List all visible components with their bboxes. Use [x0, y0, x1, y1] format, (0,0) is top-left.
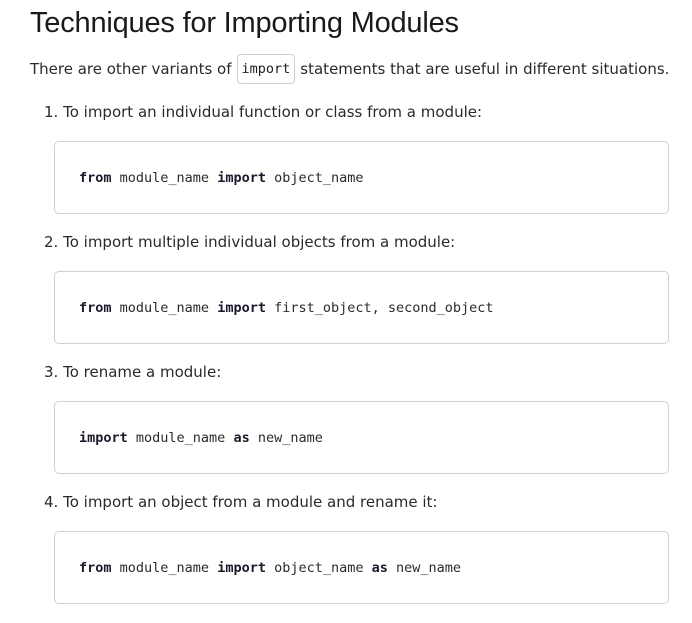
code-token: new_name [249, 429, 323, 446]
step-4-text: To import an object from a module and re… [63, 493, 438, 511]
code-token: new_name [387, 559, 462, 576]
step-2-text: To import multiple individual objects fr… [63, 233, 456, 251]
code-block-4: from module_name import object_name as n… [54, 531, 669, 604]
step-3-text: To rename a module: [63, 363, 222, 381]
step-1-number: 1. [44, 103, 59, 121]
document-page: Techniques for Importing Modules There a… [0, 0, 692, 623]
step-3-label: 3. To rename a module: [44, 363, 221, 381]
step-2-label: 2. To import multiple individual objects… [44, 233, 455, 251]
code-keyword: import [79, 429, 128, 446]
step-1-text: To import an individual function or clas… [63, 103, 483, 121]
code-token: first_object, second_object [265, 299, 494, 316]
code-token: module_name [111, 299, 218, 316]
intro-text-before: There are other variants of [30, 60, 232, 78]
code-keyword: from [79, 299, 112, 316]
code-keyword: import [217, 299, 266, 316]
code-keyword: import [217, 169, 266, 186]
step-1-label: 1. To import an individual function or c… [44, 103, 482, 121]
step-2-number: 2. [44, 233, 59, 251]
code-block-2: from module_name import first_object, se… [54, 271, 669, 344]
code-block-3: import module_name as new_name [54, 401, 669, 474]
code-token: module_name [127, 429, 234, 446]
page-title: Techniques for Importing Modules [30, 7, 459, 39]
code-token: object_name [265, 169, 364, 186]
step-4-number: 4. [44, 493, 59, 511]
intro-text-after: statements that are useful in different … [300, 60, 670, 78]
code-token: module_name [111, 559, 218, 576]
code-keyword: from [79, 169, 112, 186]
code-token: object_name [265, 559, 372, 576]
code-keyword: as [233, 429, 250, 446]
code-keyword: as [371, 559, 388, 576]
code-token: module_name [111, 169, 218, 186]
step-3-number: 3. [44, 363, 59, 381]
code-block-1: from module_name import object_name [54, 141, 669, 214]
intro-paragraph: There are other variants of import state… [30, 54, 669, 84]
code-keyword: from [79, 559, 112, 576]
code-keyword: import [217, 559, 266, 576]
step-4-label: 4. To import an object from a module and… [44, 493, 438, 511]
inline-code-import: import [236, 54, 296, 84]
